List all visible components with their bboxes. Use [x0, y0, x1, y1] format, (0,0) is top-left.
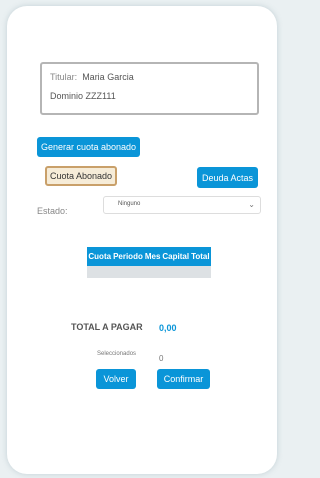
total-value: 0,00: [159, 323, 177, 333]
table-header: Cuota Periodo Mes Capital Total: [87, 247, 211, 266]
chevron-down-icon: ⌄: [248, 200, 255, 209]
selected-label: Seleccionados: [97, 351, 137, 357]
confirmar-button[interactable]: Confirmar: [157, 369, 210, 389]
estado-selected-value: Ninguno: [118, 201, 141, 207]
column-header-cuota: Cuota: [88, 252, 112, 261]
cuota-abonado-button[interactable]: Cuota Abonado: [45, 166, 117, 186]
cuotas-table: Cuota Periodo Mes Capital Total: [87, 247, 211, 278]
dominio-value: ZZZ111: [85, 91, 116, 101]
table-row: [87, 266, 211, 278]
owner-info-box: Titular: Maria Garcia Dominio ZZZ111: [40, 62, 259, 115]
estado-label: Estado:: [37, 206, 68, 216]
generar-cuota-button[interactable]: Generar cuota abonado: [37, 137, 140, 157]
deuda-actas-button[interactable]: Deuda Actas: [197, 167, 258, 188]
titular-label: Titular:: [50, 72, 78, 82]
total-label: TOTAL A PAGAR: [71, 322, 143, 332]
column-header-total: Total: [191, 252, 210, 261]
volver-button[interactable]: Volver: [96, 369, 136, 389]
titular-line: Titular: Maria Garcia: [50, 72, 134, 82]
selected-count: 0: [159, 354, 164, 363]
column-header-capital: Capital: [162, 252, 190, 261]
titular-value: Maria Garcia: [82, 72, 134, 82]
dominio-line: Dominio ZZZ111: [50, 91, 116, 101]
column-header-mes: Mes: [144, 252, 161, 261]
dominio-label: Dominio: [50, 91, 84, 101]
column-header-periodo: Periodo: [113, 252, 143, 261]
estado-select[interactable]: Ninguno ⌄: [103, 196, 261, 214]
